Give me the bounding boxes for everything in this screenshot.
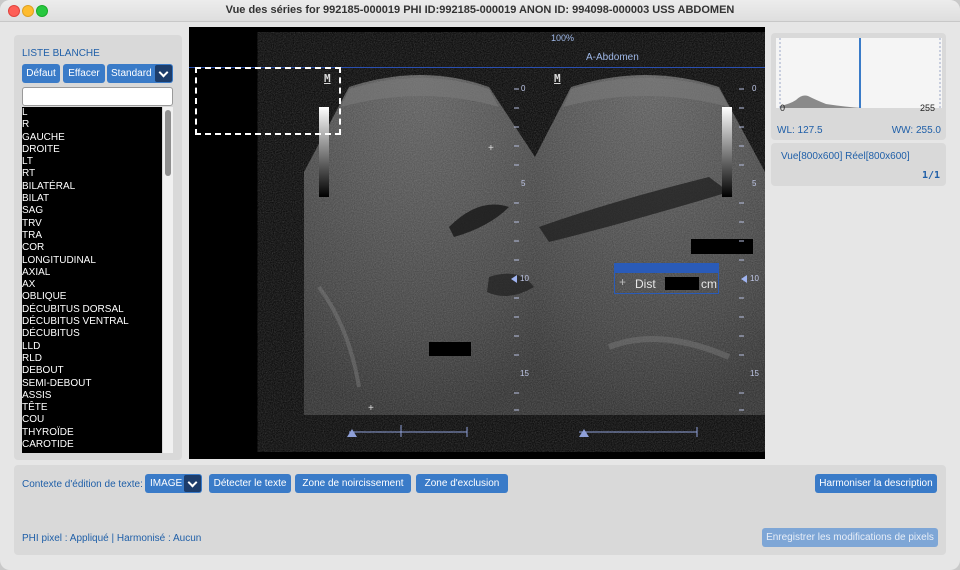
whitelist-item[interactable]: LT	[22, 156, 162, 168]
harmonize-description-button[interactable]: Harmoniser la description	[815, 474, 937, 493]
chevron-down-icon[interactable]	[184, 475, 201, 492]
window-level-value: WL: 127.5	[777, 125, 823, 136]
whitelist-item[interactable]: BILAT	[22, 193, 162, 205]
depth-label-left-0: 0	[521, 84, 526, 93]
caliper-plus-icon: +	[619, 275, 627, 289]
depth-label-left-10: 10	[520, 274, 529, 283]
measurement-label: Dist	[635, 277, 656, 291]
frame-counter: 1/1	[921, 170, 940, 181]
exclusion-zone-selection[interactable]	[195, 67, 341, 135]
whitelist-item[interactable]: COR	[22, 242, 162, 254]
histogram-panel: 0 255 WL: 127.5 WW: 255.0	[771, 33, 946, 140]
whitelist-item[interactable]: AXIAL	[22, 267, 162, 279]
whitelist-item[interactable]: AX	[22, 279, 162, 291]
image-info-panel: Vue[800x600] Réel[800x600] 1/1	[771, 143, 946, 186]
whitelist-item[interactable]: R	[22, 119, 162, 131]
whitelist-item[interactable]: GAUCHE	[22, 132, 162, 144]
window-title: Vue des séries for 992185-000019 PHI ID:…	[225, 4, 735, 16]
caliper-plus-icon: +	[368, 403, 374, 414]
zoom-level: 100%	[551, 33, 575, 43]
whitelist-item[interactable]: DROITE	[22, 144, 162, 156]
whitelist-item[interactable]: OBLIQUE	[22, 291, 162, 303]
whitelist-item[interactable]: SAG	[22, 205, 162, 217]
preset-select-value: Standard	[111, 68, 152, 79]
whitelist-item[interactable]: DÉCUBITUS	[22, 328, 162, 340]
whitelist-item[interactable]: TRV	[22, 218, 162, 230]
whitelist-filter-input[interactable]	[22, 87, 173, 106]
measurement-unit: cm	[701, 277, 717, 291]
whitelist-item[interactable]: CAROTIDE	[22, 439, 162, 451]
depth-label-left-5: 5	[521, 179, 526, 188]
whitelist-item[interactable]: BILATÉRAL	[22, 181, 162, 193]
depth-label-right-10: 10	[750, 274, 759, 283]
exclusion-zone-button[interactable]: Zone d'exclusion	[416, 474, 508, 493]
whitelist-item[interactable]: L	[22, 107, 162, 119]
app-window: Vue des séries for 992185-000019 PHI ID:…	[0, 0, 960, 570]
whitelist-item[interactable]: ASSIS	[22, 390, 162, 402]
measurement-header-bar	[615, 264, 718, 273]
whitelist-scrollbar[interactable]	[163, 107, 173, 453]
histogram-canvas[interactable]	[776, 38, 942, 108]
whitelist-item[interactable]: TÊTE	[22, 402, 162, 414]
greyscale-bar-right	[722, 107, 732, 197]
whitelist-item[interactable]: DÉCUBITUS VENTRAL	[22, 316, 162, 328]
context-select[interactable]: IMAGE	[145, 474, 202, 493]
context-label: Contexte d'édition de texte:	[22, 479, 143, 490]
whitelist-item[interactable]: LONGITUDINAL	[22, 255, 162, 267]
context-select-value: IMAGE	[150, 478, 183, 489]
edit-toolbar: Contexte d'édition de texte: IMAGE Détec…	[14, 465, 946, 555]
image-viewer[interactable]: 100% A-Abdomen M M 0 5 10 15 0 5 10 15 +…	[189, 27, 765, 459]
preset-select[interactable]: Standard	[107, 64, 173, 83]
depth-label-right-5: 5	[752, 179, 757, 188]
whitelist-item[interactable]: LLD	[22, 341, 162, 353]
whitelist-panel: LISTE BLANCHE Défaut Effacer Standard LR…	[14, 35, 182, 460]
whitelist-item[interactable]: RLD	[22, 353, 162, 365]
marker-right: M	[554, 72, 561, 85]
histogram-min-label: 0	[780, 103, 786, 113]
depth-label-left-15: 15	[520, 369, 529, 378]
histogram-chart	[779, 38, 941, 108]
whitelist-item[interactable]: TRA	[22, 230, 162, 242]
phi-status-text: PHI pixel : Appliqué | Harmonisé : Aucun	[22, 533, 202, 544]
detect-text-button[interactable]: Détecter le texte	[209, 474, 291, 493]
whitelist-item[interactable]: DEBOUT	[22, 365, 162, 377]
whitelist-item[interactable]: COU	[22, 414, 162, 426]
image-title: A-Abdomen	[586, 52, 639, 63]
save-pixel-changes-button[interactable]: Enregistrer les modifications de pixels	[762, 528, 938, 547]
scrollbar-thumb[interactable]	[165, 110, 171, 176]
whitelist-title: LISTE BLANCHE	[22, 48, 100, 59]
chevron-down-icon[interactable]	[155, 65, 172, 82]
whitelist-item[interactable]: DÉCUBITUS DORSAL	[22, 304, 162, 316]
view-size-info: Vue[800x600] Réel[800x600]	[781, 151, 910, 162]
measurement-value-redacted	[665, 277, 699, 290]
depth-label-right-15: 15	[750, 369, 759, 378]
default-button[interactable]: Défaut	[22, 64, 60, 83]
caliper-plus-icon: +	[488, 143, 494, 154]
title-bar: Vue des séries for 992185-000019 PHI ID:…	[0, 0, 960, 22]
blacken-zone-button[interactable]: Zone de noircissement	[295, 474, 411, 493]
window-width-value: WW: 255.0	[891, 125, 941, 136]
histogram-max-label: 255	[920, 103, 936, 113]
whitelist-item[interactable]: THYROÏDE	[22, 427, 162, 439]
clear-button[interactable]: Effacer	[63, 64, 105, 83]
whitelist-list[interactable]: L R GAUCHE DROITE LT RT BILATÉRAL BILAT SAG TRV TR…	[22, 107, 162, 453]
measurement-box[interactable]: + Dist cm	[614, 263, 719, 294]
whitelist-item[interactable]: RT	[22, 168, 162, 180]
whitelist-item[interactable]: SEMI-DEBOUT	[22, 378, 162, 390]
depth-label-right-0: 0	[752, 84, 757, 93]
